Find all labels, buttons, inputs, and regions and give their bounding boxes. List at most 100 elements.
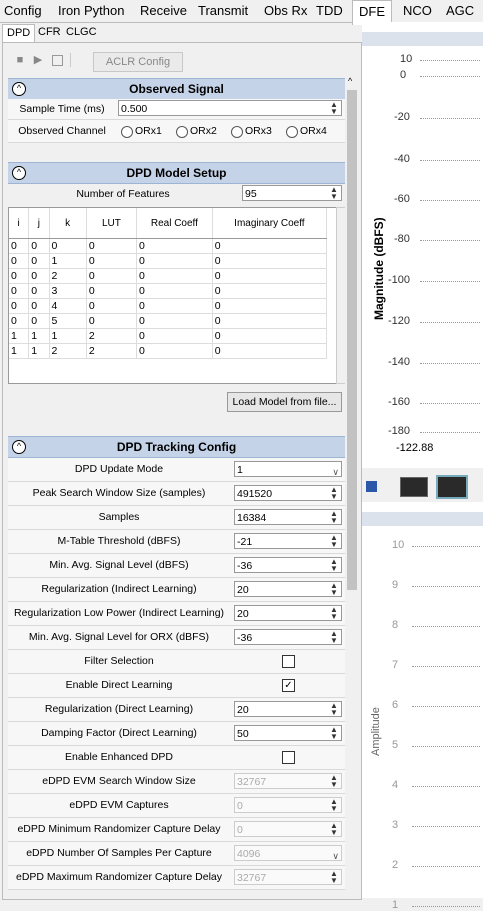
field-input[interactable]: 0 ▲ ▼ — [234, 797, 342, 813]
table-cell[interactable]: 0 — [9, 268, 30, 284]
field-input[interactable]: 50 ▲ ▼ — [234, 725, 342, 741]
table-cell[interactable]: 0 — [136, 343, 213, 359]
save-plot-icon[interactable] — [366, 481, 377, 492]
table-cell[interactable]: 1 — [28, 328, 50, 344]
spin-icon[interactable]: ▲ ▼ — [327, 630, 341, 645]
field-input[interactable]: -36 ▲ ▼ — [234, 557, 342, 573]
spin-icon[interactable]: ▲ ▼ — [327, 486, 341, 501]
field-checkbox[interactable] — [282, 655, 295, 668]
field-input[interactable]: 32767 ▲ ▼ — [234, 869, 342, 885]
table-cell[interactable]: 5 — [49, 313, 87, 329]
radio-orx1[interactable] — [121, 126, 133, 138]
column-header[interactable]: Imaginary Coeff — [212, 208, 328, 239]
spin-icon[interactable]: ▲ ▼ — [327, 726, 341, 741]
field-checkbox[interactable]: ✓ — [282, 679, 295, 692]
field-dropdown[interactable]: 1 ∨ — [234, 461, 342, 477]
table-cell[interactable]: 0 — [9, 313, 30, 329]
table-row[interactable]: 004000 — [9, 298, 328, 314]
table-cell[interactable]: 0 — [212, 343, 328, 359]
tab-agc[interactable]: AGC — [446, 3, 474, 18]
table-cell[interactable]: 0 — [136, 253, 213, 269]
table-cell[interactable]: 0 — [9, 253, 30, 269]
radio-orx3[interactable] — [231, 126, 243, 138]
tab-tdd[interactable]: TDD — [316, 3, 343, 18]
table-row[interactable]: 111200 — [9, 328, 328, 344]
table-row[interactable]: 112200 — [9, 343, 328, 359]
column-header[interactable]: Real Coeff — [136, 208, 213, 239]
spin-icon[interactable]: ▲ ▼ — [327, 822, 341, 837]
table-cell[interactable]: 0 — [86, 313, 138, 329]
radio-orx2[interactable] — [176, 126, 188, 138]
table-cell[interactable]: 3 — [49, 283, 87, 299]
table-row[interactable]: 005000 — [9, 313, 328, 329]
sample-time-input[interactable]: 0.500 ▲ ▼ — [118, 100, 342, 116]
spin-icon[interactable]: ▲ ▼ — [327, 774, 341, 789]
table-row[interactable]: 001000 — [9, 253, 328, 269]
table-cell[interactable]: 1 — [49, 328, 87, 344]
table-cell[interactable]: 0 — [86, 268, 138, 284]
field-input[interactable]: -21 ▲ ▼ — [234, 533, 342, 549]
spin-icon[interactable]: ▲ ▼ — [327, 702, 341, 717]
table-cell[interactable]: 0 — [136, 268, 213, 284]
field-input[interactable]: 16384 ▲ ▼ — [234, 509, 342, 525]
table-cell[interactable]: 0 — [86, 283, 138, 299]
model-table[interactable]: i j k LUT Real Coeff Imaginary Coeff 00000000… — [8, 207, 338, 384]
table-cell[interactable]: 0 — [28, 238, 50, 254]
model-setup-header[interactable]: ^ DPD Model Setup — [8, 162, 345, 184]
table-cell[interactable]: 1 — [9, 328, 30, 344]
table-cell[interactable]: 1 — [28, 343, 50, 359]
waveform-icon[interactable] — [400, 477, 428, 497]
table-cell[interactable]: 0 — [28, 298, 50, 314]
table-cell[interactable]: 2 — [86, 343, 138, 359]
table-cell[interactable]: 0 — [28, 253, 50, 269]
table-cell[interactable]: 0 — [212, 328, 328, 344]
load-model-button[interactable]: Load Model from file... — [227, 392, 342, 412]
aclr-config-button[interactable]: ACLR Config — [93, 52, 183, 72]
table-cell[interactable]: 0 — [136, 283, 213, 299]
table-row[interactable]: 003000 — [9, 283, 328, 299]
table-cell[interactable]: 0 — [212, 313, 328, 329]
spin-icon[interactable]: ▲ ▼ — [327, 186, 341, 201]
chevron-down-icon[interactable]: ∨ — [332, 464, 339, 480]
num-features-input[interactable]: 95 ▲ ▼ — [242, 185, 342, 201]
table-cell[interactable]: 0 — [86, 253, 138, 269]
table-cell[interactable]: 2 — [49, 343, 87, 359]
table-cell[interactable]: 0 — [212, 238, 328, 254]
tab-iron-python[interactable]: Iron Python — [58, 3, 125, 18]
table-cell[interactable]: 0 — [136, 328, 213, 344]
tab-receive[interactable]: Receive — [140, 3, 187, 18]
table-cell[interactable]: 0 — [212, 298, 328, 314]
column-header[interactable]: j — [28, 208, 50, 239]
field-dropdown[interactable]: 4096 ∨ — [234, 845, 342, 861]
table-cell[interactable]: 0 — [86, 298, 138, 314]
column-header[interactable]: i — [9, 208, 30, 239]
play-icon[interactable]: ▶ — [32, 54, 44, 66]
table-cell[interactable]: 0 — [212, 253, 328, 269]
table-cell[interactable]: 0 — [86, 238, 138, 254]
tab-nco[interactable]: NCO — [403, 3, 432, 18]
field-checkbox[interactable] — [282, 751, 295, 764]
table-cell[interactable]: 1 — [9, 343, 30, 359]
table-cell[interactable]: 2 — [49, 268, 87, 284]
save-icon[interactable] — [52, 55, 63, 66]
field-input[interactable]: 32767 ▲ ▼ — [234, 773, 342, 789]
subtab-cfr[interactable]: CFR — [38, 26, 61, 38]
tab-transmit[interactable]: Transmit — [198, 3, 248, 18]
scroll-up-icon[interactable]: ^ — [348, 76, 352, 86]
table-cell[interactable]: 0 — [136, 313, 213, 329]
table-row[interactable]: 000000 — [9, 238, 328, 254]
tab-obs-rx[interactable]: Obs Rx — [264, 3, 307, 18]
subtab-clgc[interactable]: CLGC — [66, 26, 97, 38]
field-input[interactable]: 20 ▲ ▼ — [234, 701, 342, 717]
spin-icon[interactable]: ▲ ▼ — [327, 101, 341, 116]
field-input[interactable]: 0 ▲ ▼ — [234, 821, 342, 837]
spin-icon[interactable]: ▲ ▼ — [327, 870, 341, 885]
subtab-dpd[interactable]: DPD — [2, 24, 36, 44]
field-input[interactable]: 20 ▲ ▼ — [234, 605, 342, 621]
table-cell[interactable]: 0 — [212, 268, 328, 284]
radio-orx4[interactable] — [286, 126, 298, 138]
spin-icon[interactable]: ▲ ▼ — [327, 582, 341, 597]
table-cell[interactable]: 0 — [28, 313, 50, 329]
stop-icon[interactable]: ■ — [14, 54, 26, 66]
table-row[interactable]: 002000 — [9, 268, 328, 284]
